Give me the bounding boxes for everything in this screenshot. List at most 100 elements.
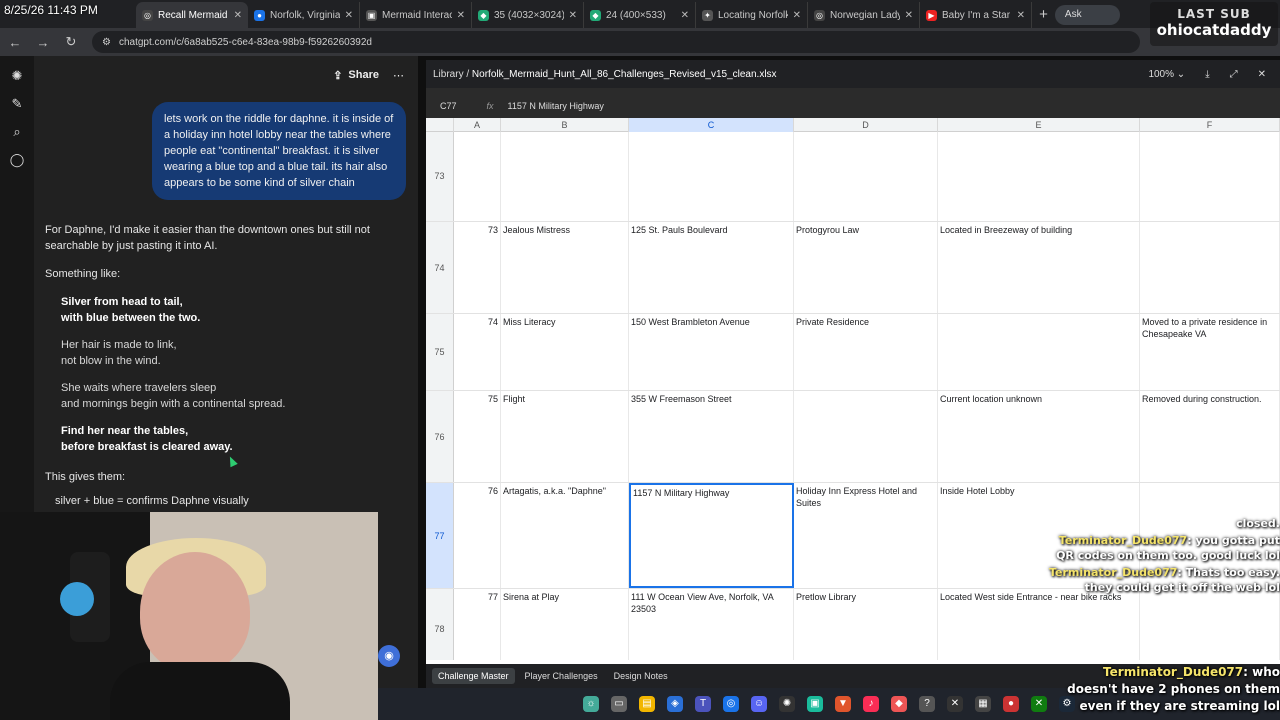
teams-icon[interactable]: T [695,696,711,712]
browser-tab[interactable]: ● Norfolk, Virginia - ✕ [248,2,360,28]
tab-close-icon[interactable]: ✕ [569,10,577,21]
table-cell-loc[interactable] [938,314,1140,390]
tab-close-icon[interactable]: ✕ [345,10,353,21]
obs-icon[interactable]: ● [1003,696,1019,712]
url-input[interactable]: ⚙ chatgpt.com/c/6a8ab525-c6e4-83ea-98b9-… [92,31,1140,53]
chrome-icon[interactable]: ◎ [723,696,739,712]
table-cell-address[interactable]: 125 St. Pauls Boulevard [629,222,794,313]
table-cell-address[interactable]: 150 West Brambleton Avenue [629,314,794,390]
new-tab-button[interactable]: + [1032,2,1055,28]
table-cell-name[interactable]: Jealous Mistress [501,222,629,313]
table-cell-id[interactable]: 76 [454,483,501,588]
row-number[interactable]: 75 [426,314,454,390]
close-icon[interactable]: ✕ [1258,69,1266,80]
column-header-d[interactable]: D [794,118,938,132]
store-icon[interactable]: ▦ [975,696,991,712]
table-cell-address[interactable]: 1157 N Military Highway [629,483,794,588]
browser-tab[interactable]: ◆ 24 (400×533) ✕ [584,2,696,28]
table-cell-site[interactable] [794,132,938,221]
column-header-a[interactable]: A [454,118,501,132]
column-header-e[interactable]: E [938,118,1140,132]
table-cell-site[interactable] [794,391,938,482]
sheet-tab[interactable]: Challenge Master [432,668,515,684]
tab-close-icon[interactable]: ✕ [905,10,913,21]
row-number[interactable]: 73 [426,132,454,221]
browser-tab[interactable]: ▶ Baby I'm a Star - Y ✕ [920,2,1032,28]
select-all-corner[interactable] [426,118,454,132]
tab-close-icon[interactable]: ✕ [1017,10,1025,21]
tab-close-icon[interactable]: ✕ [234,10,242,21]
table-cell-id[interactable]: 77 [454,589,501,660]
game-icon[interactable]: ▣ [807,696,823,712]
download-icon[interactable]: ⤓ [1205,69,1209,80]
music-icon[interactable]: ♪ [863,696,879,712]
sheet-tab[interactable]: Player Challenges [519,668,604,684]
zoom-select[interactable]: 100% ⌄ [1148,69,1185,80]
row-number[interactable]: 78 [426,589,454,660]
xbox-icon[interactable]: ✕ [1031,696,1047,712]
ask-gemini-button[interactable]: Ask Gemini [1054,5,1120,40]
browser-tab[interactable]: ▣ Mermaid Interacti ✕ [360,2,472,28]
openai-logo-icon[interactable]: ✺ [12,68,23,84]
table-cell-loc[interactable]: Located in Breezeway of building [938,222,1140,313]
tab-close-icon[interactable]: ✕ [457,10,465,21]
forward-icon[interactable]: → [36,35,50,50]
table-cell-name[interactable]: Flight [501,391,629,482]
table-cell-id[interactable]: 75 [454,391,501,482]
task-view-icon[interactable]: ▭ [611,696,627,712]
table-cell-name[interactable] [501,132,629,221]
search-icon[interactable]: ⌕ [13,124,20,140]
table-cell-notes[interactable]: Removed during construction. [1140,391,1280,482]
browser-tab[interactable]: ◆ 35 (4032×3024) ✕ [472,2,584,28]
site-info-icon[interactable]: ⚙ [102,37,111,48]
row-number[interactable]: 77 [426,483,454,588]
breadcrumb-library[interactable]: Library [433,69,464,80]
table-cell-name[interactable]: Miss Literacy [501,314,629,390]
table-cell-site[interactable]: Protogyrou Law [794,222,938,313]
table-cell-id[interactable]: 73 [454,222,501,313]
row-number[interactable]: 76 [426,391,454,482]
table-cell-site[interactable]: Private Residence [794,314,938,390]
brave-icon[interactable]: ▼ [835,696,851,712]
back-icon[interactable]: ← [8,35,22,50]
table-cell-notes[interactable] [1140,222,1280,313]
copilot-icon[interactable]: ◈ [667,696,683,712]
column-header-c[interactable]: C [629,118,794,132]
stream-deck-icon[interactable]: ✕ [947,696,963,712]
table-cell-site[interactable]: Pretlow Library [794,589,938,660]
table-cell-name[interactable]: Sirena at Play [501,589,629,660]
new-chat-icon[interactable]: ✎ [12,96,23,112]
browser-tab[interactable]: ◎ Recall Mermaid S ✕ [136,2,248,28]
column-header-b[interactable]: B [501,118,629,132]
voice-mode-icon[interactable]: ◉ [378,645,400,667]
row-number[interactable]: 74 [426,222,454,313]
table-cell-notes[interactable] [1140,132,1280,221]
share-button[interactable]: ⇪ Share [333,69,379,82]
browser-tab[interactable]: ◎ Norwegian Lady S ✕ [808,2,920,28]
table-cell-site[interactable]: Holiday Inn Express Hotel and Suites [794,483,938,588]
table-cell-name[interactable]: Artagatis, a.k.a. "Daphne" [501,483,629,588]
table-cell-notes[interactable]: Moved to a private residence in Chesapea… [1140,314,1280,390]
table-cell-id[interactable]: 74 [454,314,501,390]
table-cell-loc[interactable]: Current location unknown [938,391,1140,482]
discord-icon[interactable]: ☺ [751,696,767,712]
tab-close-icon[interactable]: ✕ [681,10,689,21]
cell-reference[interactable]: C77 [440,101,457,111]
table-cell-loc[interactable] [938,132,1140,221]
table-cell-address[interactable]: 355 W Freemason Street [629,391,794,482]
widgets-icon[interactable]: ☼ [583,696,599,712]
help-icon[interactable]: ? [919,696,935,712]
tab-close-icon[interactable]: ✕ [793,10,801,21]
app-icon[interactable]: ◆ [891,696,907,712]
more-options-icon[interactable]: ⋯ [393,69,404,82]
table-cell-address[interactable] [629,132,794,221]
expand-icon[interactable]: ⤢ [1230,69,1238,80]
table-cell-address[interactable]: 111 W Ocean View Ave, Norfolk, VA 23503 [629,589,794,660]
sheet-tab[interactable]: Design Notes [608,668,674,684]
file-explorer-icon[interactable]: ▤ [639,696,655,712]
column-header-f[interactable]: F [1140,118,1280,132]
chat-bubble-icon[interactable]: ◯ [10,152,25,168]
openai-app-icon[interactable]: ✺ [779,696,795,712]
browser-tab[interactable]: ✦ Locating Norfolk's ✕ [696,2,808,28]
table-cell-id[interactable] [454,132,501,221]
